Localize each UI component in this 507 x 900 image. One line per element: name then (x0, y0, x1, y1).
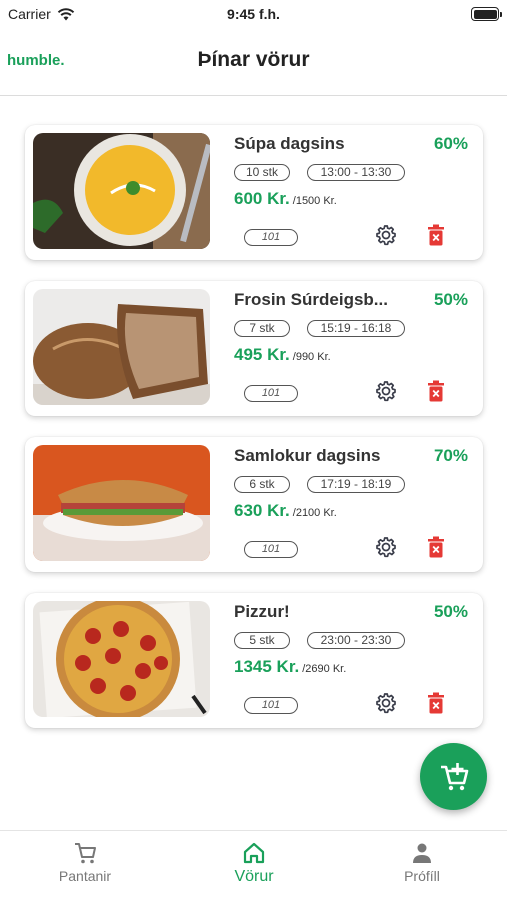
product-image-soup (33, 133, 210, 249)
app-header: humble. Þínar vörur (0, 30, 507, 96)
discount-percent: 70% (433, 446, 468, 465)
tab-orders-label: Pantanir (58, 868, 112, 884)
bottom-tab-bar: Pantanir Vörur Prófíll (0, 830, 507, 900)
product-card[interactable]: Samlokur dagsins 70% 6 stk 17:19 - 18:19… (25, 437, 483, 572)
quantity-badge: 7 stk (234, 320, 290, 337)
quantity-badge: 6 stk (234, 476, 290, 493)
product-card[interactable]: Frosin Súrdeigsb... 50% 7 stk 15:19 - 16… (25, 281, 483, 416)
original-price: /2690 Kr. (302, 663, 347, 675)
original-price: /2100 Kr. (292, 507, 337, 519)
product-card[interactable]: Súpa dagsins 60% 10 stk 13:00 - 13:30 60… (25, 125, 483, 260)
pickup-time-badge: 15:19 - 16:18 (307, 320, 405, 337)
delete-icon[interactable] (427, 692, 445, 714)
discount-percent: 60% (433, 134, 468, 153)
battery-icon (471, 7, 502, 21)
sale-price: 1345 Kr. (234, 657, 300, 676)
tab-products[interactable]: Vörur (194, 841, 314, 886)
tab-profile[interactable]: Prófíll (362, 841, 482, 884)
sale-price: 630 Kr. (234, 501, 290, 520)
original-price: /1500 Kr. (292, 195, 337, 207)
tab-products-label: Vörur (234, 868, 274, 885)
add-product-button[interactable] (420, 743, 487, 810)
product-name: Pizzur! (234, 602, 290, 621)
price-block: 1345 Kr./2690 Kr. (234, 657, 346, 677)
quantity-badge: 10 stk (234, 164, 290, 181)
tab-profile-label: Prófíll (404, 868, 440, 884)
price-block: 630 Kr./2100 Kr. (234, 501, 337, 521)
delete-icon[interactable] (427, 224, 445, 246)
add-to-cart-icon (440, 762, 468, 790)
gear-icon[interactable] (374, 691, 398, 715)
quantity-badge: 5 stk (234, 632, 290, 649)
gear-icon[interactable] (374, 379, 398, 403)
status-time: 9:45 f.h. (227, 6, 280, 22)
price-block: 495 Kr./990 Kr. (234, 345, 331, 365)
price-block: 600 Kr./1500 Kr. (234, 189, 337, 209)
original-price: /990 Kr. (292, 351, 331, 363)
delete-icon[interactable] (427, 380, 445, 402)
product-card[interactable]: Pizzur! 50% 5 stk 23:00 - 23:30 1345 Kr.… (25, 593, 483, 728)
product-name: Frosin Súrdeigsb... (234, 290, 388, 309)
tab-orders[interactable]: Pantanir (25, 841, 145, 884)
product-name: Samlokur dagsins (234, 446, 381, 465)
discount-percent: 50% (433, 602, 468, 621)
product-code-badge: 101 (244, 541, 298, 558)
product-code-badge: 101 (244, 697, 298, 714)
sale-price: 600 Kr. (234, 189, 290, 208)
status-bar: Carrier 9:45 f.h. (0, 0, 507, 30)
pickup-time-badge: 23:00 - 23:30 (307, 632, 405, 649)
product-image-sandwich (33, 445, 210, 561)
product-code-badge: 101 (244, 229, 298, 246)
delete-icon[interactable] (427, 536, 445, 558)
cart-icon (75, 843, 96, 864)
discount-percent: 50% (433, 290, 468, 309)
pickup-time-badge: 13:00 - 13:30 (307, 164, 405, 181)
person-icon (413, 843, 431, 863)
product-list: Súpa dagsins 60% 10 stk 13:00 - 13:30 60… (0, 96, 507, 728)
sale-price: 495 Kr. (234, 345, 290, 364)
page-title: Þínar vörur (197, 48, 310, 71)
gear-icon[interactable] (374, 535, 398, 559)
home-icon (243, 842, 265, 864)
product-name: Súpa dagsins (234, 134, 345, 153)
pickup-time-badge: 17:19 - 18:19 (307, 476, 405, 493)
product-code-badge: 101 (244, 385, 298, 402)
gear-icon[interactable] (374, 223, 398, 247)
product-image-bread (33, 289, 210, 405)
product-image-pizza (33, 601, 210, 717)
